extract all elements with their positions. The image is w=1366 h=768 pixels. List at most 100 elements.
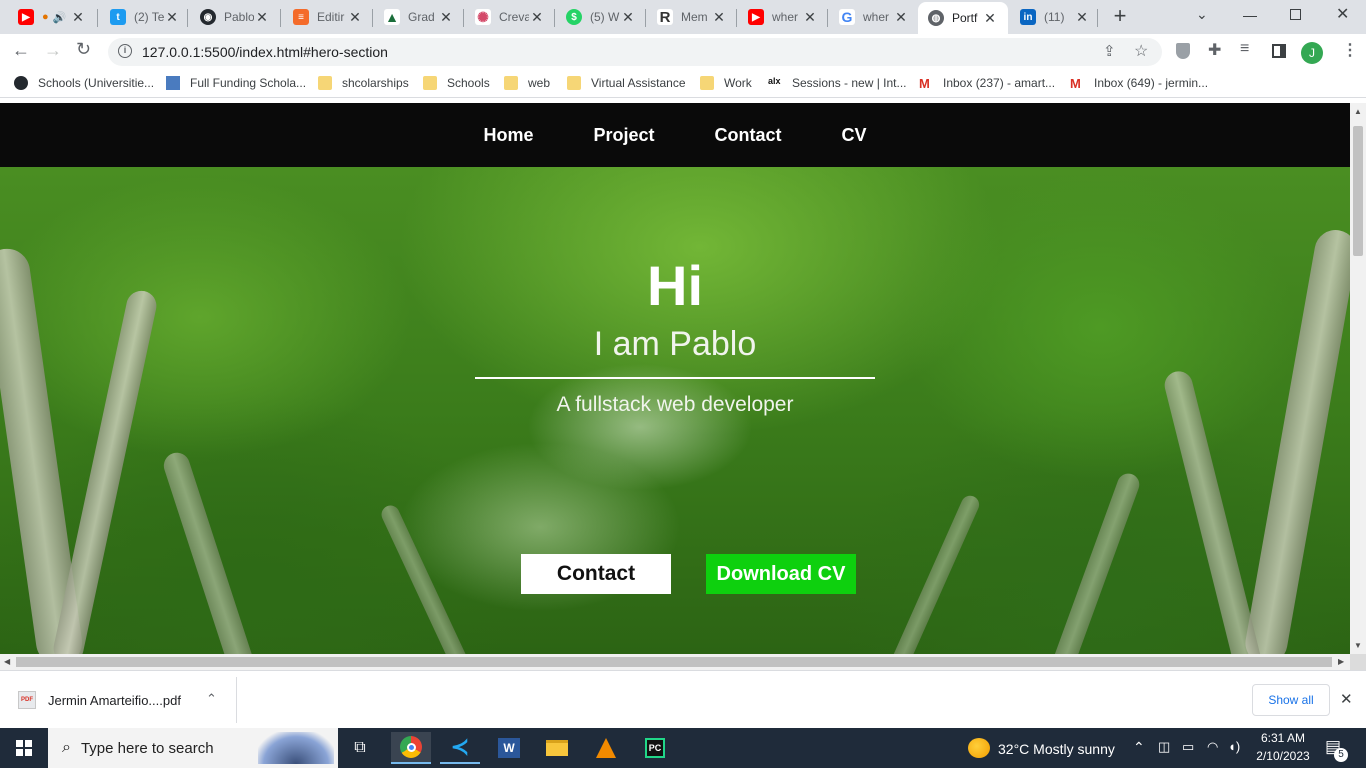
volume-icon[interactable]: ◖) xyxy=(1228,739,1240,754)
vertical-scroll-thumb[interactable] xyxy=(1353,126,1363,256)
close-tab-icon[interactable]: ✕ xyxy=(529,9,545,26)
info-icon[interactable]: i xyxy=(118,44,132,58)
horizontal-scroll-thumb[interactable] xyxy=(16,657,1332,667)
scroll-right-arrow-icon[interactable]: ▶ xyxy=(1338,657,1344,666)
bookmark-web[interactable]: web xyxy=(504,76,550,90)
download-filename[interactable]: Jermin Amarteifio....pdf xyxy=(48,693,181,708)
tab-portfolio-active[interactable]: ◍ Portf ✕ xyxy=(918,2,1008,34)
bookmark-label: shcolarships xyxy=(342,76,409,90)
tab-linkedin[interactable]: in (11) ✕ xyxy=(1010,3,1098,31)
address-bar[interactable]: i 127.0.0.1:5500/index.html#hero-section… xyxy=(108,38,1162,66)
scroll-left-arrow-icon[interactable]: ◀ xyxy=(4,657,10,666)
scroll-up-arrow-icon[interactable]: ▲ xyxy=(1354,107,1362,116)
close-tab-icon[interactable]: ✕ xyxy=(711,9,727,26)
close-tab-icon[interactable]: ✕ xyxy=(620,9,636,26)
restore-button[interactable] xyxy=(1290,9,1301,20)
shield-extension-icon[interactable] xyxy=(1176,43,1190,59)
back-button[interactable]: ← xyxy=(12,40,30,61)
bookmark-schools[interactable]: Schools xyxy=(423,76,490,90)
bookmark-label: Schools xyxy=(447,76,490,90)
edit-icon: ≡ xyxy=(293,9,309,25)
bookmark-full-funding[interactable]: Full Funding Schola... xyxy=(166,76,306,90)
tab-google-where[interactable]: G wher ✕ xyxy=(829,3,917,31)
bookmark-work[interactable]: Work xyxy=(700,76,752,90)
media-queue-icon[interactable]: ≡ xyxy=(1240,40,1249,58)
close-tab-icon[interactable]: ✕ xyxy=(438,9,454,26)
contact-button[interactable]: Contact xyxy=(521,554,671,594)
close-tab-icon[interactable]: ✕ xyxy=(70,9,86,26)
close-download-bar-icon[interactable]: ✕ xyxy=(1340,690,1353,708)
forward-button[interactable]: → xyxy=(44,40,62,61)
nav-project-link[interactable]: Project xyxy=(593,125,654,146)
tab-editing[interactable]: ≡ Editir ✕ xyxy=(283,3,373,31)
scroll-down-arrow-icon[interactable]: ▼ xyxy=(1354,641,1362,650)
windows-start-button[interactable] xyxy=(4,732,44,764)
close-tab-icon[interactable]: ✕ xyxy=(347,9,363,26)
bookmark-label: Work xyxy=(724,76,752,90)
taskbar-vscode[interactable]: ≺ xyxy=(440,732,480,764)
share-icon[interactable]: ⇪ xyxy=(1103,42,1116,60)
notification-count-badge: 5 xyxy=(1334,748,1348,762)
clock-date[interactable]: 2/10/2023 xyxy=(1252,749,1314,763)
hero-title: Hi xyxy=(647,254,703,317)
profile-avatar[interactable]: J xyxy=(1301,42,1323,64)
search-highlight-image xyxy=(258,732,334,764)
menu-kebab-icon[interactable]: ⋮ xyxy=(1342,40,1358,60)
close-tab-icon[interactable]: ✕ xyxy=(254,9,270,26)
taskbar-file-explorer[interactable] xyxy=(537,732,577,764)
taskbar-word[interactable]: W xyxy=(489,732,529,764)
close-tab-icon[interactable]: ✕ xyxy=(982,10,998,27)
bookmark-star-icon[interactable]: ☆ xyxy=(1134,41,1148,61)
nav-contact-link[interactable]: Contact xyxy=(715,125,782,146)
close-tab-icon[interactable]: ✕ xyxy=(164,9,180,26)
clock-time[interactable]: 6:31 AM xyxy=(1257,731,1309,745)
tab-whatsapp[interactable]: $ (5) W ✕ xyxy=(556,3,646,31)
close-tab-icon[interactable]: ✕ xyxy=(893,9,909,26)
bookmark-sessions[interactable]: alx Sessions - new | Int... xyxy=(768,76,907,90)
reload-button[interactable]: ↻ xyxy=(76,39,91,60)
close-tab-icon[interactable]: ✕ xyxy=(802,9,818,26)
nav-home-link[interactable]: Home xyxy=(483,125,533,146)
side-panel-icon[interactable] xyxy=(1272,44,1286,58)
tab-youtube-audio[interactable]: ▶ ● 🔊 ✕ xyxy=(8,3,92,31)
meet-now-icon[interactable]: ◫ xyxy=(1158,739,1170,755)
bookmark-inbox-jermin[interactable]: M Inbox (649) - jermin... xyxy=(1070,76,1208,91)
bookmark-inbox-amart[interactable]: M Inbox (237) - amart... xyxy=(919,76,1055,91)
new-tab-button[interactable]: + xyxy=(1108,4,1132,28)
close-tab-icon[interactable]: ✕ xyxy=(1074,9,1090,26)
tab-title: (2) Te xyxy=(134,10,164,24)
nav-cv-link[interactable]: CV xyxy=(842,125,867,146)
tab-twitter[interactable]: t (2) Te ✕ xyxy=(100,3,190,31)
folder-icon xyxy=(546,740,568,756)
bookmarks-bar: Schools (Universitie... Full Funding Sch… xyxy=(0,70,1366,98)
extensions-puzzle-icon[interactable]: ✚ xyxy=(1208,40,1221,60)
battery-icon[interactable]: ▭ xyxy=(1182,739,1194,755)
weather-sun-icon[interactable] xyxy=(968,738,990,758)
download-options-chevron-icon[interactable]: ⌃ xyxy=(206,691,217,707)
tab-mem[interactable]: R Mem ✕ xyxy=(647,3,737,31)
taskbar-vlc[interactable] xyxy=(586,732,626,764)
show-all-downloads-button[interactable]: Show all xyxy=(1252,684,1330,716)
tab-youtube-where[interactable]: ▶ wher ✕ xyxy=(738,3,828,31)
wifi-icon[interactable]: ◠ xyxy=(1207,739,1218,755)
whatsapp-icon: $ xyxy=(566,9,582,25)
bookmark-schools-universities[interactable]: Schools (Universitie... xyxy=(14,76,154,90)
tab-github[interactable]: ◉ Pablo ✕ xyxy=(190,3,280,31)
r-icon: R xyxy=(657,9,673,26)
weather-text[interactable]: 32°C Mostly sunny xyxy=(998,741,1115,757)
tab-title: Mem xyxy=(681,10,708,24)
bookmark-shcolarships[interactable]: shcolarships xyxy=(318,76,409,90)
task-view-icon[interactable]: ⧉ xyxy=(340,732,380,764)
taskbar-search-box[interactable]: ⌕ Type here to search xyxy=(48,728,338,768)
bookmark-virtual-assistance[interactable]: Virtual Assistance xyxy=(567,76,686,90)
forest-background xyxy=(378,502,480,654)
close-window-button[interactable]: ✕ xyxy=(1336,4,1349,24)
download-cv-button[interactable]: Download CV xyxy=(706,554,856,594)
tab-grade[interactable]: ▲ Grad ✕ xyxy=(374,3,464,31)
show-hidden-icons-chevron-icon[interactable]: ⌃ xyxy=(1133,739,1145,756)
tab-creva[interactable]: ✺ Creva ✕ xyxy=(465,3,555,31)
taskbar-pycharm[interactable]: PC xyxy=(635,732,675,764)
minimize-button[interactable] xyxy=(1243,16,1257,17)
tab-search-chevron-icon[interactable]: ⌄ xyxy=(1196,6,1208,23)
taskbar-chrome[interactable] xyxy=(391,732,431,764)
